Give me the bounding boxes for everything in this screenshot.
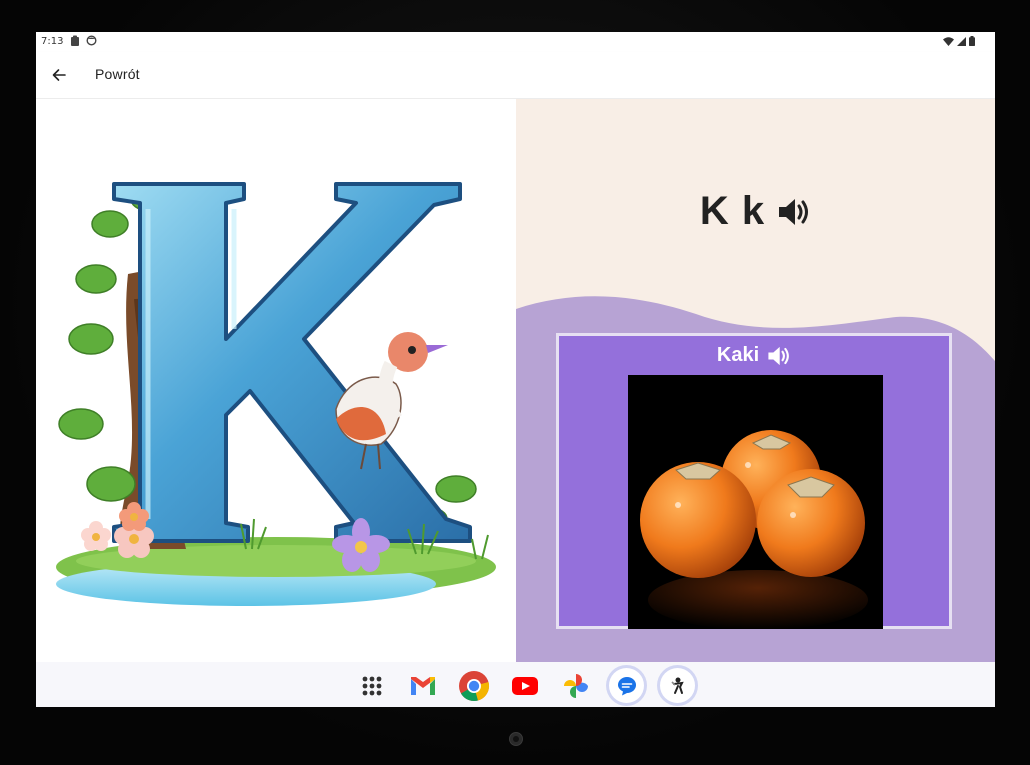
app-drawer-button[interactable] xyxy=(354,668,389,703)
status-time: 7:13 xyxy=(41,36,64,47)
face-icon xyxy=(86,35,97,46)
lesson-content: K k Kaki xyxy=(36,99,995,662)
status-bar: 7:13 xyxy=(36,32,995,52)
messages-app[interactable] xyxy=(609,668,644,703)
gmail-app[interactable] xyxy=(405,668,440,703)
messages-icon xyxy=(617,676,636,695)
back-label[interactable]: Powrót xyxy=(95,66,140,82)
app-dock xyxy=(354,668,695,703)
letter-illustration-pane xyxy=(36,99,516,662)
letter-heading: K k xyxy=(516,189,995,234)
kids-app-icon xyxy=(670,677,684,694)
photos-icon xyxy=(563,673,588,698)
youtube-app[interactable] xyxy=(507,668,542,703)
taskbar xyxy=(36,662,995,707)
persimmons-image xyxy=(628,375,883,629)
photos-app[interactable] xyxy=(558,668,593,703)
back-button[interactable] xyxy=(46,62,72,88)
tablet-screen: 7:13 Powrót K k Kaki xyxy=(36,32,995,707)
signal-icon xyxy=(957,36,966,46)
gmail-icon xyxy=(410,676,435,695)
battery-icon xyxy=(969,36,975,46)
status-notification-icons xyxy=(70,35,97,46)
chrome-app[interactable] xyxy=(456,668,491,703)
app-bar: Powrót xyxy=(36,52,995,99)
wifi-icon xyxy=(943,36,954,46)
speaker-icon[interactable] xyxy=(777,197,811,227)
app-drawer-icon xyxy=(362,676,381,695)
word-pane: K k Kaki xyxy=(516,99,995,662)
word-row: Kaki xyxy=(559,344,949,367)
status-system-icons xyxy=(943,36,975,46)
speaker-icon[interactable] xyxy=(767,345,791,367)
clipboard-icon xyxy=(71,35,79,46)
chrome-icon xyxy=(458,670,489,701)
word-card: Kaki xyxy=(556,333,952,629)
letter-label: K k xyxy=(699,189,766,233)
youtube-icon xyxy=(511,676,538,695)
letter-k-illustration xyxy=(56,182,496,606)
kids-app[interactable] xyxy=(660,668,695,703)
persimmon-photo xyxy=(628,375,883,629)
arrow-back-icon xyxy=(52,69,66,81)
front-camera xyxy=(509,732,523,746)
word-label: Kaki xyxy=(716,344,760,366)
